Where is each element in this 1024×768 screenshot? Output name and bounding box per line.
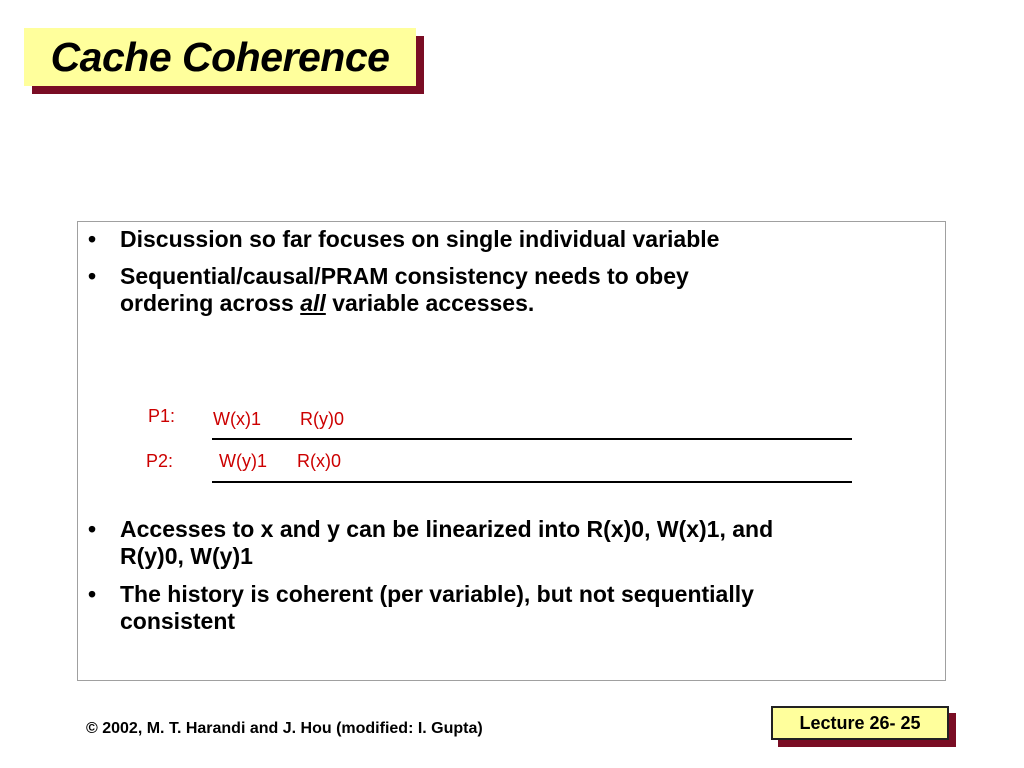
bullet-line: The history is coherent (per variable), … [120,581,754,607]
p2-timeline [212,481,852,483]
p1-op-read: R(y)0 [300,409,344,429]
bullet-line: consistent [120,608,236,634]
lecture-page-badge: Lecture 26- 25 [771,706,949,740]
bullet-text: Accesses to x and y can be linearized in… [120,516,950,570]
bullet-line: Sequential/causal/PRAM consistency needs… [120,263,689,289]
emphasis-all: all [300,290,326,316]
bullet-text: The history is coherent (per variable), … [120,581,950,635]
p2-label: P2: [146,451,174,471]
text-span: ordering across [120,290,301,316]
p1-label: P1: [148,406,176,426]
bullet-dot: • [88,226,97,252]
copyright-footer: © 2002, M. T. Harandi and J. Hou (modifi… [86,720,483,737]
bullet-dot: • [88,263,97,289]
text-span: variable accesses. [325,290,535,316]
p2-op-write: W(y)1 [219,451,267,471]
bullet-line: R(y)0, W(y)1 [120,543,253,569]
bullet-line: Accesses to x and y can be linearized in… [120,516,774,542]
p1-timeline [212,438,852,440]
slide-title: Cache Coherence [24,28,416,86]
bullet-line: ordering across all variable accesses. [120,290,950,317]
p2-op-read: R(x)0 [297,451,341,471]
bullet-dot: • [88,581,97,607]
bullet-dot: • [88,516,97,542]
p1-op-write: W(x)1 [213,409,261,429]
bullet-text: Discussion so far focuses on single indi… [120,226,720,252]
bullet-text: Sequential/causal/PRAM consistency needs… [120,263,950,317]
